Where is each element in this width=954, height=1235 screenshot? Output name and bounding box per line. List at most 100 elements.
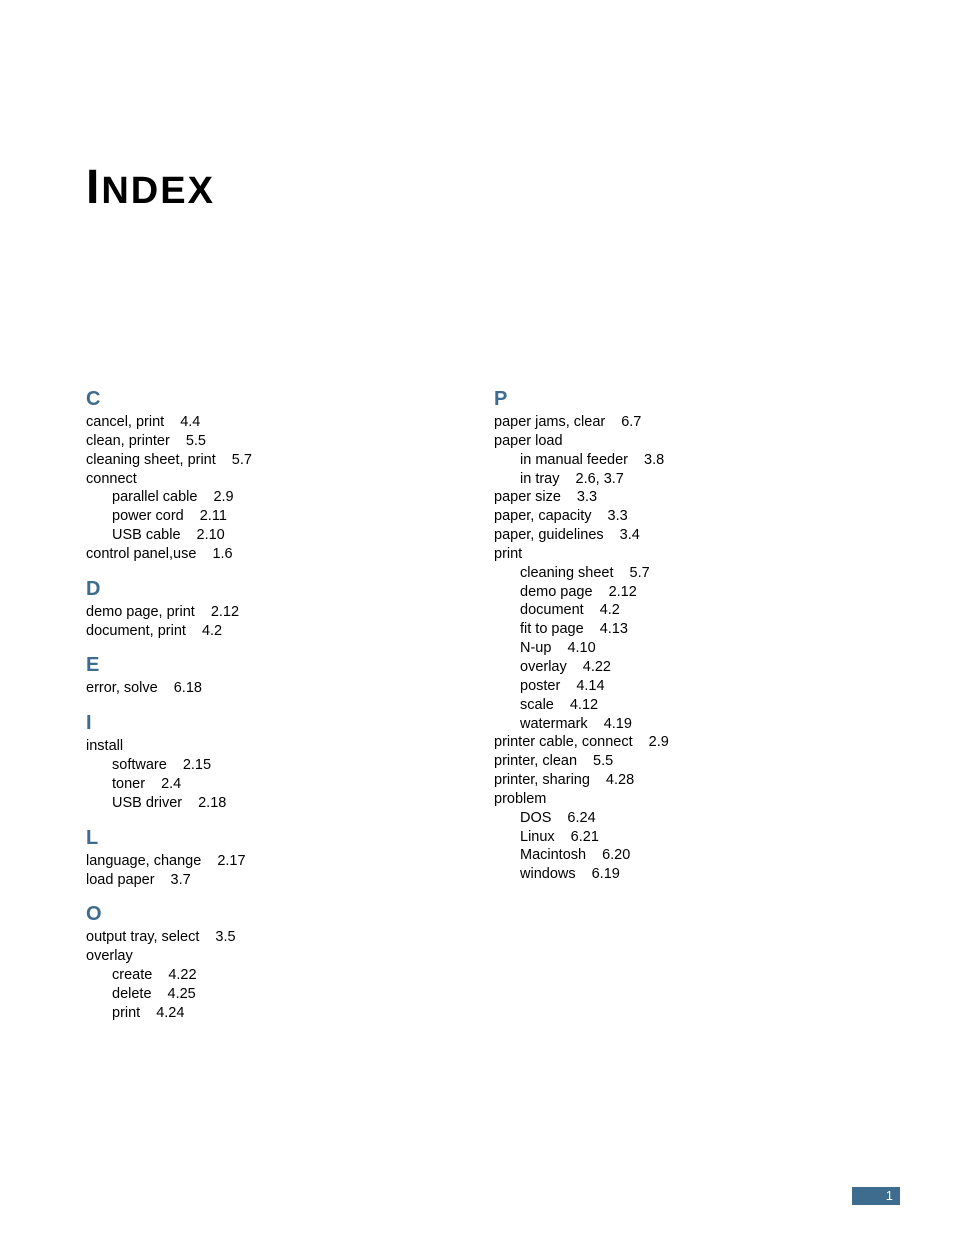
index-ref: 4.4	[180, 414, 200, 430]
index-entry: language, change 2.17	[86, 852, 406, 871]
index-entry: paper, guidelines 3.4	[494, 526, 814, 545]
index-ref: 2.10	[197, 527, 225, 543]
index-entry: cancel, print4.4	[86, 413, 406, 432]
section-letter: D	[86, 578, 406, 601]
index-ref: 5.5	[593, 753, 613, 769]
index-term: delete	[112, 986, 152, 1002]
index-entry: USB cable 2.10	[112, 526, 406, 545]
index-term: connect	[86, 471, 137, 487]
index-term: document, print	[86, 623, 186, 639]
index-term: power cord	[112, 508, 184, 524]
index-term: printer, clean	[494, 753, 577, 769]
index-term: install	[86, 738, 123, 754]
index-entry: paper load	[494, 432, 814, 451]
index-ref: 3.7	[171, 872, 191, 888]
index-ref: 4.2	[600, 602, 620, 618]
index-ref: 1.6	[212, 546, 232, 562]
index-term: DOS	[520, 810, 551, 826]
index-entry: output tray, select 3.5	[86, 928, 406, 947]
index-entry: windows6.19	[520, 865, 814, 884]
index-entry: N-up4.10	[520, 639, 814, 658]
index-entry: print4.24	[112, 1004, 406, 1023]
index-term: windows	[520, 866, 576, 882]
index-ref: 4.25	[168, 986, 196, 1002]
index-term: document	[520, 602, 584, 618]
section-letter: P	[494, 388, 814, 411]
index-entry: demo page2.12	[520, 583, 814, 602]
index-entry: toner2.4	[112, 775, 406, 794]
title-first-letter: I	[86, 161, 101, 214]
index-ref: 4.19	[604, 716, 632, 732]
index-ref: 4.28	[606, 772, 634, 788]
index-left-column: Ccancel, print4.4clean, printer5.5cleani…	[86, 388, 406, 1023]
index-term: Macintosh	[520, 847, 586, 863]
index-entry: load paper3.7	[86, 871, 406, 890]
index-ref: 6.20	[602, 847, 630, 863]
index-term: create	[112, 967, 152, 983]
index-entry: create4.22	[112, 966, 406, 985]
index-right-column: Ppaper jams, clear 6.7 paper loadin manual…	[494, 388, 814, 1023]
index-entry: USB driver2.18	[112, 794, 406, 813]
section-letter: L	[86, 827, 406, 850]
index-entry: problem	[494, 790, 814, 809]
index-term: paper jams, clear	[494, 414, 605, 430]
index-term: language, change	[86, 853, 201, 869]
index-ref: 3.8	[644, 452, 664, 468]
index-entry: print	[494, 545, 814, 564]
section-letter: I	[86, 712, 406, 735]
index-entry: connect	[86, 470, 406, 489]
index-term: error, solve	[86, 680, 158, 696]
index-term: USB cable	[112, 527, 181, 543]
section-letter: O	[86, 903, 406, 926]
index-ref: 3.5	[215, 929, 235, 945]
index-entry: paper, capacity3.3	[494, 507, 814, 526]
index-ref: 5.7	[232, 452, 252, 468]
index-term: paper, guidelines	[494, 527, 604, 543]
index-ref: 2.12	[211, 604, 239, 620]
index-term: fit to page	[520, 621, 584, 637]
index-entry: DOS 6.24	[520, 809, 814, 828]
index-ref: 2.17	[217, 853, 245, 869]
index-term: in tray	[520, 471, 560, 487]
title-rest: NDEX	[101, 170, 215, 212]
index-term: output tray, select	[86, 929, 199, 945]
index-term: cleaning sheet	[520, 565, 614, 581]
index-term: clean, printer	[86, 433, 170, 449]
index-ref: 2.11	[200, 508, 227, 524]
index-ref: 5.7	[630, 565, 650, 581]
index-ref: 4.22	[583, 659, 611, 675]
index-entry: fit to page4.13	[520, 620, 814, 639]
index-entry: control panel,use 1.6	[86, 545, 406, 564]
index-entry: document, print4.2	[86, 622, 406, 641]
index-entry: cleaning sheet 5.7	[520, 564, 814, 583]
index-entry: paper jams, clear 6.7	[494, 413, 814, 432]
index-term: control panel,use	[86, 546, 196, 562]
index-entry: Linux6.21	[520, 828, 814, 847]
index-ref: 4.12	[570, 697, 598, 713]
section-letter: E	[86, 654, 406, 677]
index-entry: overlay4.22	[520, 658, 814, 677]
index-ref: 6.7	[621, 414, 641, 430]
index-ref: 3.4	[620, 527, 640, 543]
index-ref: 6.24	[567, 810, 595, 826]
index-ref: 2.15	[183, 757, 211, 773]
index-term: demo page, print	[86, 604, 195, 620]
index-term: print	[112, 1005, 140, 1021]
index-entry: parallel cable2.9	[112, 488, 406, 507]
index-entry: watermark 4.19	[520, 715, 814, 734]
index-term: in manual feeder	[520, 452, 628, 468]
index-term: parallel cable	[112, 489, 197, 505]
index-entry: in manual feeder 3.8	[520, 451, 814, 470]
index-ref: 2.18	[198, 795, 226, 811]
index-entry: overlay	[86, 947, 406, 966]
index-term: watermark	[520, 716, 588, 732]
index-ref: 6.21	[571, 829, 599, 845]
index-term: toner	[112, 776, 145, 792]
index-entry: poster4.14	[520, 677, 814, 696]
index-entry: paper size3.3	[494, 488, 814, 507]
index-term: software	[112, 757, 167, 773]
index-entry: printer, sharing 4.28	[494, 771, 814, 790]
index-entry: cleaning sheet, print5.7	[86, 451, 406, 470]
index-term: printer, sharing	[494, 772, 590, 788]
index-columns: Ccancel, print4.4clean, printer5.5cleani…	[86, 388, 814, 1023]
